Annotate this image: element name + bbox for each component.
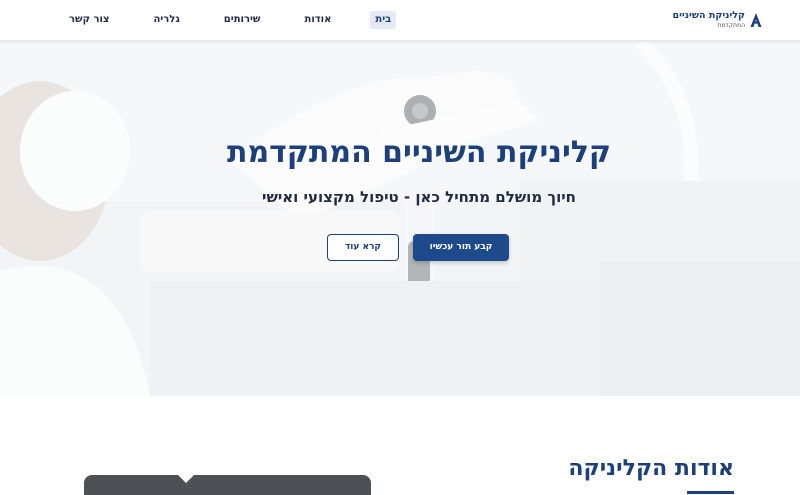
read-more-button[interactable]: קרא עוד — [327, 234, 399, 261]
nav-item-home[interactable]: בית — [370, 11, 397, 29]
about-title-underline — [687, 491, 734, 494]
nav-item-services[interactable]: שירותים — [219, 11, 266, 29]
tooth-a-icon — [750, 13, 762, 27]
nav-item-contact[interactable]: צור קשר — [64, 11, 114, 29]
site-header: צור קשר גלריה שירותים אודות בית קליניקת … — [0, 0, 800, 41]
brand-tagline: המתקדמת — [717, 22, 746, 30]
hero-subtitle: חיוך מושלם מתחיל כאן - טיפול מקצועי ואיש… — [262, 188, 576, 206]
book-appointment-button[interactable]: קבע תור עכשיו — [413, 234, 509, 261]
about-section: אודות הקליניקה — [0, 396, 800, 495]
nav-item-about[interactable]: אודות — [300, 11, 337, 29]
brand-name: קליניקת השיניים — [672, 9, 745, 21]
hero-title: קליניקת השיניים המתקדמת — [226, 135, 612, 170]
about-image — [84, 475, 371, 495]
about-title: אודות הקליניקה — [568, 456, 734, 481]
nav-item-gallery[interactable]: גלריה — [148, 11, 184, 29]
brand-logo[interactable]: קליניקת השיניים המתקדמת — [673, 7, 762, 33]
main-nav: צור קשר גלריה שירותים אודות בית — [64, 11, 397, 29]
hero-section: קליניקת השיניים המתקדמת חיוך מושלם מתחיל… — [0, 41, 800, 396]
